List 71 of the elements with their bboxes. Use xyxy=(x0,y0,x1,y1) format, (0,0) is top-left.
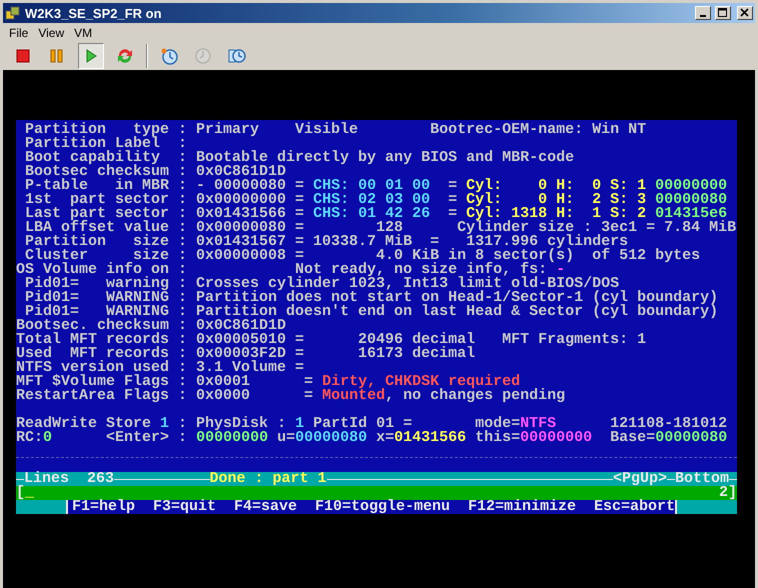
console-text: = xyxy=(447,191,458,208)
console-text: 121108-181012 xyxy=(609,415,728,432)
menu-item[interactable]: View xyxy=(38,26,64,40)
lines-count: 263 xyxy=(87,472,114,486)
console-text: u= xyxy=(276,429,296,446)
menu-item[interactable]: VM xyxy=(74,26,92,40)
bar-block xyxy=(16,500,66,514)
console-text: 01431566 xyxy=(394,429,466,446)
console-text: MFT $Volume Flags : 0x0001 = xyxy=(16,373,314,390)
lines-label: Lines xyxy=(24,472,70,486)
console-text: = xyxy=(447,177,458,194)
console-text: RC: xyxy=(16,429,44,446)
console-text: 00000000 xyxy=(196,429,268,446)
pause-icon xyxy=(50,49,64,63)
console-text: 00000080 xyxy=(655,429,728,446)
console-text: 1st part sector : 0x00000000 = xyxy=(24,191,306,208)
console-text: Boot capability : Bootable directly by any BIOS and MBR-code xyxy=(24,149,574,166)
console-text: , no changes pending xyxy=(385,387,566,404)
console-text: Mounted xyxy=(322,387,386,404)
function-key[interactable]: F3=quit xyxy=(152,500,216,514)
page-key: <PgUp> xyxy=(612,472,667,486)
console-text: <Enter> : xyxy=(105,429,188,446)
close-icon xyxy=(740,8,750,18)
input-bracket: [ xyxy=(16,486,26,500)
text-cursor: _ xyxy=(25,486,34,500)
console-text: Cyl: 0 H: 2 S: 3 xyxy=(466,191,646,208)
console-text: NTFS xyxy=(520,415,556,432)
maximize-icon xyxy=(718,8,728,18)
console-text: P-table in MBR : - 00000080 = xyxy=(24,177,306,194)
page-number: 2] xyxy=(718,486,737,500)
console-text: CHS: 02 03 00 xyxy=(313,191,430,208)
console-text: this= xyxy=(474,429,520,446)
clock-icon xyxy=(194,47,212,65)
play-icon xyxy=(84,49,98,63)
bar-block xyxy=(677,500,737,514)
console-text: Cyl: 0 H: 0 S: 1 xyxy=(466,177,646,194)
console-text: RestartArea Flags : 0x0000 = xyxy=(16,387,314,404)
console-text: - xyxy=(556,261,566,278)
console-text: 0 xyxy=(43,429,52,446)
function-key[interactable]: F4=save xyxy=(234,500,297,514)
refresh-icon xyxy=(116,47,134,65)
console-text: x= xyxy=(375,429,394,446)
minimize-icon xyxy=(700,15,706,17)
stop-icon xyxy=(16,49,30,63)
console-text: CHS: 00 01 00 xyxy=(313,177,430,194)
console-text: = xyxy=(447,205,458,222)
console-text: CHS: 01 42 26 xyxy=(313,205,430,222)
status-message: Done : part 1 xyxy=(210,472,327,486)
clock-icon xyxy=(160,47,178,65)
console-text: Base= xyxy=(609,429,656,446)
function-key[interactable]: Esc=abort xyxy=(594,500,676,514)
close-button[interactable] xyxy=(737,6,753,20)
function-key[interactable]: F1=help xyxy=(72,500,135,514)
console-text: 00000000 xyxy=(654,177,728,194)
toolbar-button[interactable] xyxy=(78,43,104,69)
console-text: 00000000 xyxy=(520,429,592,446)
console-text: 1 xyxy=(160,415,170,432)
function-key[interactable]: F12=minimize xyxy=(468,500,576,514)
console-text: 00000080 xyxy=(654,191,728,208)
console-text: : PhysDisk : xyxy=(177,415,288,432)
console-text: 00000080 xyxy=(295,429,368,446)
function-key[interactable]: F10=toggle-menu xyxy=(314,500,450,514)
scroll-position: Bottom xyxy=(675,472,730,486)
clock-icon xyxy=(228,47,246,65)
menu-item[interactable]: File xyxy=(9,26,28,40)
app-icon xyxy=(5,5,21,21)
minimize-button[interactable] xyxy=(695,6,711,20)
console-text: ReadWrite Store xyxy=(16,415,152,432)
maximize-button[interactable] xyxy=(715,6,731,20)
window-title: W2K3_SE_SP2_FR on xyxy=(25,6,162,20)
console-text: 1 xyxy=(295,415,304,432)
